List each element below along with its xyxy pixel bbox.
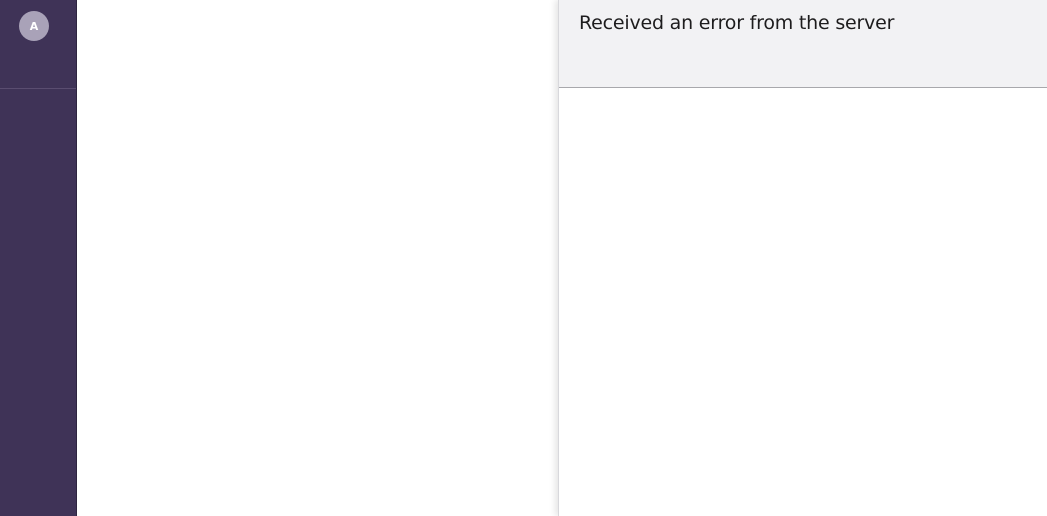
panel-header: Received an error from the server (559, 0, 1047, 88)
main-content (77, 0, 558, 516)
error-panel: Received an error from the server (558, 0, 1047, 516)
app-window: A Received an error from the server (0, 0, 1047, 516)
workspace-avatar[interactable]: A (19, 11, 49, 41)
panel-body (559, 88, 1047, 515)
sidebar-header: A (0, 0, 76, 89)
workspace-sidebar: A (0, 0, 77, 516)
panel-title: Received an error from the server (579, 12, 895, 34)
